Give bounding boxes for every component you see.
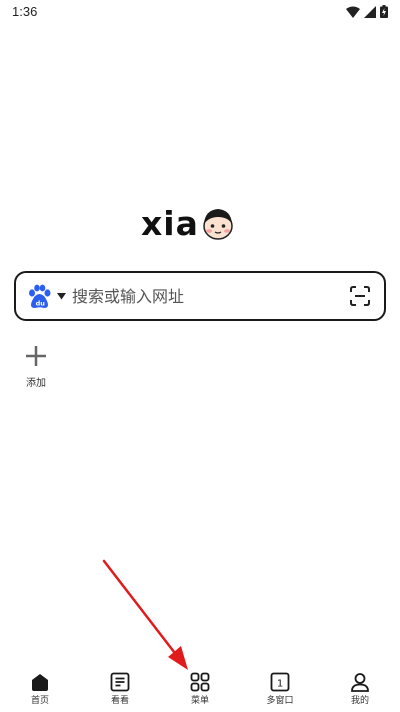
nav-menu[interactable]: 菜单 bbox=[160, 670, 240, 712]
nav-label: 首页 bbox=[30, 696, 49, 706]
annotation-arrow bbox=[102, 559, 188, 670]
grid-menu-icon bbox=[190, 672, 210, 692]
baidu-paw-icon[interactable]: du bbox=[27, 284, 51, 310]
signal-icon bbox=[364, 5, 376, 18]
home-icon bbox=[32, 674, 48, 691]
search-input[interactable] bbox=[72, 287, 322, 306]
logo-text: xia bbox=[141, 203, 199, 243]
triangle-down-icon[interactable] bbox=[57, 293, 66, 300]
nav-home[interactable]: 首页 bbox=[0, 670, 80, 712]
bottom-nav: 首页 看看 菜单 1 多窗口 我的 bbox=[0, 670, 400, 712]
scan-icon[interactable] bbox=[350, 286, 370, 306]
nav-kankan[interactable]: 看看 bbox=[80, 670, 160, 712]
profile-icon bbox=[351, 673, 369, 692]
article-icon bbox=[110, 672, 130, 692]
svg-text:du: du bbox=[36, 300, 46, 308]
window-count-icon: 1 bbox=[270, 672, 290, 692]
nav-label: 看看 bbox=[110, 696, 129, 706]
plus-icon bbox=[26, 346, 46, 366]
add-shortcut-label: 添加 bbox=[26, 378, 46, 389]
search-bar[interactable]: du bbox=[14, 271, 386, 321]
window-count: 1 bbox=[277, 679, 283, 690]
status-time: 1:36 bbox=[12, 4, 38, 19]
add-shortcut-button[interactable]: 添加 bbox=[18, 345, 54, 389]
nav-label: 我的 bbox=[350, 696, 369, 706]
nav-label: 菜单 bbox=[190, 696, 209, 706]
boy-face-icon bbox=[203, 209, 233, 240]
battery-icon bbox=[380, 5, 388, 18]
status-bar: 1:36 bbox=[0, 0, 400, 24]
wifi-icon bbox=[346, 6, 360, 18]
app-logo: xia bbox=[141, 205, 235, 241]
nav-multi-window[interactable]: 1 多窗口 bbox=[240, 670, 320, 712]
status-icons bbox=[346, 5, 388, 18]
nav-label: 多窗口 bbox=[266, 696, 294, 706]
nav-profile[interactable]: 我的 bbox=[320, 670, 400, 712]
